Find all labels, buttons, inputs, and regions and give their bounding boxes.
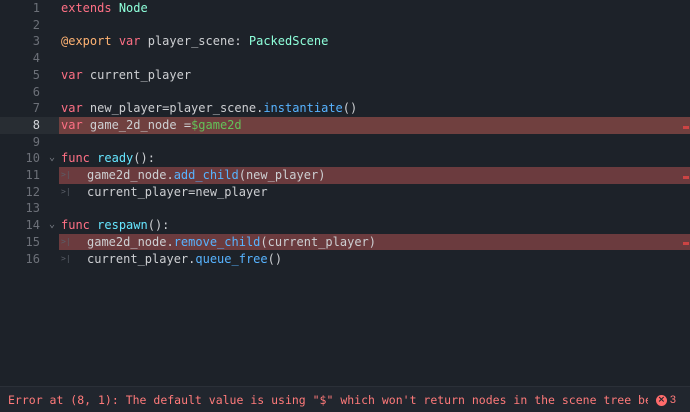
code-token: (): — [133, 151, 155, 166]
code-line[interactable]: 10 ⌄ func ready(): — [0, 150, 690, 167]
tab-indent-icon: >| — [61, 170, 71, 179]
line-number: 7 — [32, 101, 40, 116]
line-number: 6 — [32, 84, 40, 99]
code-line[interactable]: 1 extends Node — [0, 0, 690, 17]
line-content: extends Node — [61, 0, 148, 17]
scrollbar-error-marker — [683, 242, 689, 245]
code-token: (new_player) — [238, 168, 326, 182]
code-token: $game2d — [191, 117, 242, 132]
vertical-scrollbar[interactable] — [682, 0, 690, 384]
code-line[interactable]: 16 >| current_player.queue_free() — [0, 251, 690, 268]
code-line[interactable]: 3 @export var player_scene: PackedScene — [0, 33, 690, 50]
line-content: @export var player_scene: PackedScene — [61, 33, 328, 50]
error-counter-button[interactable]: × 3 — [655, 393, 676, 407]
error-count: 3 — [669, 394, 676, 406]
scrollbar-error-marker — [683, 126, 689, 129]
line-number: 2 — [32, 17, 40, 32]
code-line[interactable]: 14 ⌄ func respawn(): — [0, 217, 690, 234]
tab-indent-icon: >| — [61, 236, 71, 246]
line-number: 9 — [32, 134, 40, 149]
line-number: 16 — [25, 251, 40, 266]
line-number: 12 — [25, 184, 40, 199]
code-token: PackedScene — [248, 34, 329, 49]
line-number: 10 — [25, 151, 40, 166]
line-content: var new_player=player_scene.instantiate(… — [61, 100, 357, 117]
code-token: func — [61, 218, 90, 233]
fold-arrow-icon[interactable]: ⌄ — [47, 217, 57, 234]
error-circle-icon: × — [655, 394, 667, 406]
line-content: func respawn(): — [61, 217, 169, 234]
code-line[interactable]: 13 — [0, 200, 690, 217]
code-line[interactable]: 6 — [0, 84, 690, 101]
code-token: var — [61, 117, 83, 132]
line-content: func ready(): — [61, 150, 155, 167]
code-token: extends — [61, 1, 112, 15]
code-line-error[interactable]: 15 >| game2d_node.remove_child(current_pla… — [0, 233, 690, 251]
code-token: current_player. — [87, 251, 196, 266]
code-token: @export — [61, 34, 112, 49]
code-token: () — [267, 251, 283, 266]
line-number: 1 — [32, 1, 40, 15]
code-area[interactable]: 1 extends Node 2 3 @export var player_scene:… — [0, 0, 690, 384]
code-line[interactable]: 5 var current_player — [0, 67, 690, 84]
code-token: (current_player) — [260, 234, 376, 249]
code-token: game2d_node. — [87, 234, 174, 249]
fold-arrow-icon[interactable]: ⌄ — [47, 150, 57, 167]
code-token: remove_child — [173, 234, 261, 249]
code-line[interactable]: 7 var new_player=player_scene.instantiate… — [0, 100, 690, 117]
code-token: queue_free — [195, 251, 268, 266]
line-number: 3 — [32, 34, 40, 49]
error-message[interactable]: Error at (8, 1): The default value is us… — [8, 387, 648, 412]
code-token: var — [118, 34, 141, 49]
line-content: >| game2d_node.add_child(new_player) — [61, 167, 325, 184]
tab-indent-icon: >| — [61, 186, 71, 196]
line-number: 14 — [25, 218, 40, 233]
code-token: ready — [97, 151, 134, 166]
status-bar: Error at (8, 1): The default value is us… — [0, 386, 690, 412]
code-token: game_2d_node = — [82, 117, 192, 132]
tab-indent-icon: >| — [61, 253, 71, 263]
line-content: >| current_player.queue_free() — [61, 251, 282, 268]
line-number: 13 — [25, 201, 40, 216]
code-line[interactable]: 4 — [0, 50, 690, 67]
code-token: player_scene: — [140, 34, 249, 49]
code-token: Node — [118, 1, 148, 15]
code-line[interactable]: 9 — [0, 134, 690, 151]
code-line[interactable]: 2 — [0, 17, 690, 34]
line-number: 4 — [32, 51, 40, 66]
code-token: (): — [147, 218, 170, 233]
code-token: instantiate — [263, 101, 343, 116]
line-number: 11 — [25, 168, 40, 182]
code-token: var — [61, 101, 83, 116]
line-number: 15 — [25, 234, 40, 249]
line-number: 8 — [32, 117, 40, 132]
code-token: add_child — [173, 168, 239, 182]
code-token: func — [61, 151, 90, 166]
line-content: >| current_player=new_player — [61, 184, 268, 201]
code-editor[interactable]: 1 extends Node 2 3 @export var player_scene:… — [0, 0, 690, 412]
code-token: respawn — [97, 218, 148, 233]
line-content: var game_2d_node =$game2d — [61, 117, 242, 134]
line-number: 5 — [32, 67, 40, 82]
code-line-error[interactable]: 11 >| game2d_node.add_child(new_player) — [0, 167, 690, 184]
scrollbar-error-marker — [683, 176, 689, 179]
code-line[interactable]: 12 >| current_player=new_player — [0, 184, 690, 201]
line-content: >| game2d_node.remove_child(current_playe… — [61, 234, 376, 251]
line-content: var current_player — [61, 67, 191, 84]
code-token: var — [61, 67, 83, 82]
code-token: new_player=player_scene. — [82, 101, 264, 116]
code-token: game2d_node. — [87, 168, 174, 182]
code-token: current_player=new_player — [87, 184, 268, 199]
code-token: () — [342, 101, 358, 116]
code-token: current_player — [82, 67, 192, 82]
code-line-error[interactable]: 8 var game_2d_node =$game2d — [0, 116, 690, 134]
